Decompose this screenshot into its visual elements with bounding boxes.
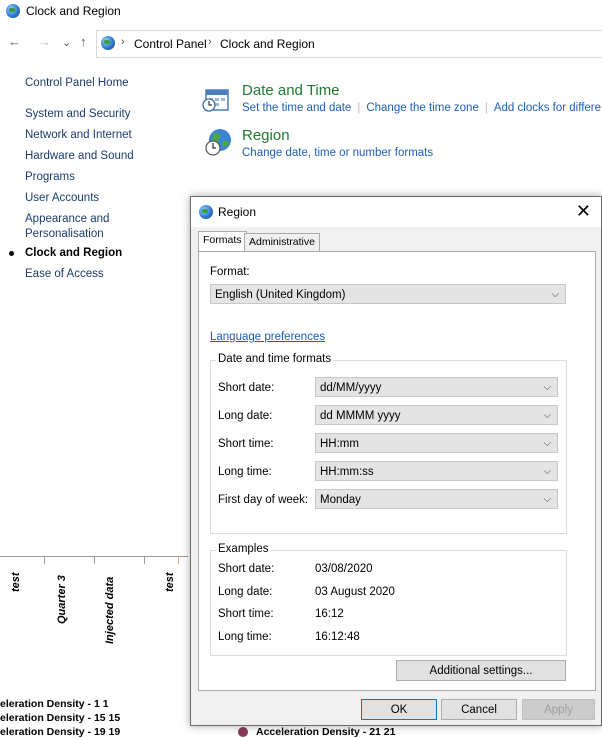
region-links: Change date, time or number formats — [242, 147, 433, 159]
formats-panel: Format: English (United Kingdom) ⌵ Langu… — [198, 251, 596, 691]
first-day-label: First day of week: — [218, 494, 309, 506]
chevron-down-icon: ⌵ — [543, 410, 551, 421]
ok-button[interactable]: OK — [361, 699, 437, 720]
region-dialog: Region ✕ Formats Administrative Format: … — [190, 196, 602, 726]
window-titlebar: Clock and Region — [0, 0, 602, 26]
example-long-date-label: Long date: — [218, 586, 273, 598]
chart-x-label: test — [164, 572, 176, 592]
examples-title: Examples — [216, 543, 271, 555]
first-day-select[interactable]: Monday ⌵ — [315, 489, 558, 509]
chart-tick — [178, 556, 179, 564]
region-heading[interactable]: Region — [242, 127, 290, 144]
short-time-label: Short time: — [218, 438, 274, 450]
sidebar-item-system-security[interactable]: System and Security — [25, 108, 130, 120]
change-formats-link[interactable]: Change date, time or number formats — [242, 147, 433, 159]
clock-region-icon — [6, 4, 20, 18]
sidebar-item-ease-of-access[interactable]: Ease of Access — [25, 268, 104, 280]
cancel-button[interactable]: Cancel — [441, 699, 517, 720]
language-preferences-link[interactable]: Language preferences — [210, 331, 325, 343]
example-long-date-value: 03 August 2020 — [315, 586, 395, 598]
sidebar-item-personalisation[interactable]: Personalisation — [25, 228, 104, 240]
long-date-select[interactable]: dd MMMM yyyy ⌵ — [315, 405, 558, 425]
chart-legend-entry: eleration Density - 19 19 — [0, 726, 121, 738]
example-short-date-value: 03/08/2020 — [315, 563, 373, 575]
chart-x-label: test — [10, 572, 22, 592]
format-select[interactable]: English (United Kingdom) ⌵ — [210, 284, 566, 304]
chart-tick — [44, 556, 45, 564]
close-icon[interactable]: ✕ — [576, 201, 591, 222]
sidebar-item-network-internet[interactable]: Network and Internet — [25, 129, 132, 141]
date-time-heading[interactable]: Date and Time — [242, 82, 340, 99]
recent-locations-icon[interactable]: ⌄ — [62, 36, 71, 49]
chart-legend-entry: Acceleration Density - 21 21 — [256, 726, 396, 738]
long-time-label: Long time: — [218, 466, 272, 478]
breadcrumb-clock-and-region[interactable]: Clock and Region — [220, 37, 315, 51]
example-short-date-label: Short date: — [218, 563, 275, 575]
chevron-down-icon: ⌵ — [551, 289, 559, 300]
chevron-down-icon: ⌵ — [543, 494, 551, 505]
example-short-time-label: Short time: — [218, 608, 274, 620]
chevron-down-icon: ⌵ — [543, 382, 551, 393]
chart-x-label: Injected data — [104, 576, 116, 644]
tab-administrative[interactable]: Administrative — [244, 233, 320, 251]
region-globe-icon — [199, 205, 213, 219]
back-icon[interactable]: ← — [8, 34, 21, 49]
link-divider: | — [357, 102, 361, 114]
long-date-label: Long date: — [218, 410, 273, 422]
chevron-down-icon: ⌵ — [543, 466, 551, 477]
first-day-value: Monday — [320, 494, 361, 506]
chart-tick — [144, 556, 145, 564]
format-select-value: English (United Kingdom) — [215, 289, 346, 301]
set-time-date-link[interactable]: Set the time and date — [242, 102, 351, 114]
chevron-down-icon: ⌵ — [543, 438, 551, 449]
breadcrumb-control-panel[interactable]: Control Panel — [134, 37, 207, 51]
date-time-formats-group: Date and time formats Short date: dd/MM/… — [210, 353, 567, 534]
format-label: Format: — [210, 266, 250, 278]
up-icon[interactable]: ↑ — [80, 34, 87, 49]
short-time-value: HH:mm — [320, 438, 359, 450]
sidebar-item-hardware-sound[interactable]: Hardware and Sound — [25, 150, 134, 162]
calendar-clock-icon — [202, 86, 230, 112]
dialog-titlebar[interactable]: Region ✕ — [191, 197, 601, 227]
short-date-select[interactable]: dd/MM/yyyy ⌵ — [315, 377, 558, 397]
example-short-time-value: 16:12 — [315, 608, 344, 620]
sidebar-item-programs[interactable]: Programs — [25, 171, 75, 183]
link-divider: | — [484, 102, 488, 114]
dialog-title: Region — [218, 205, 257, 219]
example-long-time-label: Long time: — [218, 631, 272, 643]
long-time-value: HH:mm:ss — [320, 466, 374, 478]
change-time-zone-link[interactable]: Change the time zone — [366, 102, 479, 114]
legend-marker-icon — [238, 727, 248, 737]
window-title: Clock and Region — [26, 4, 121, 18]
date-time-formats-title: Date and time formats — [216, 353, 334, 365]
short-time-select[interactable]: HH:mm ⌵ — [315, 433, 558, 453]
sidebar-control-panel-home[interactable]: Control Panel Home — [25, 77, 129, 89]
chart-legend-entry: eleration Density - 1 1 — [0, 698, 109, 710]
short-date-label: Short date: — [218, 382, 275, 394]
short-date-value: dd/MM/yyyy — [320, 382, 382, 394]
breadcrumb-separator-icon[interactable]: › — [208, 36, 212, 48]
date-time-links: Set the time and date | Change the time zo… — [242, 102, 601, 114]
sidebar-item-user-accounts[interactable]: User Accounts — [25, 192, 99, 204]
chart-legend-entry: eleration Density - 15 15 — [0, 712, 121, 724]
long-time-select[interactable]: HH:mm:ss ⌵ — [315, 461, 558, 481]
chart-x-label: Quarter 3 — [56, 575, 68, 624]
background-chart-fragment: test Quarter 3 Injected data test elerat… — [0, 548, 190, 738]
breadcrumb-separator-icon[interactable]: › — [121, 36, 125, 48]
additional-settings-button[interactable]: Additional settings... — [396, 660, 566, 681]
tab-formats[interactable]: Formats — [198, 231, 247, 251]
examples-group: Examples Short date: 03/08/2020 Long dat… — [210, 543, 567, 656]
add-clocks-link[interactable]: Add clocks for differe — [494, 102, 601, 114]
long-date-value: dd MMMM yyyy — [320, 410, 401, 422]
control-panel-icon — [101, 36, 115, 50]
active-bullet-icon — [9, 251, 14, 256]
chart-tick — [94, 556, 95, 564]
sidebar-item-appearance[interactable]: Appearance and — [25, 213, 109, 225]
apply-button[interactable]: Apply — [522, 699, 595, 720]
forward-icon[interactable]: → — [38, 34, 51, 49]
region-globe-icon — [204, 127, 234, 157]
address-bar[interactable]: › Control Panel › Clock and Region — [96, 30, 602, 58]
sidebar-item-clock-region[interactable]: Clock and Region — [25, 247, 122, 259]
example-long-time-value: 16:12:48 — [315, 631, 360, 643]
